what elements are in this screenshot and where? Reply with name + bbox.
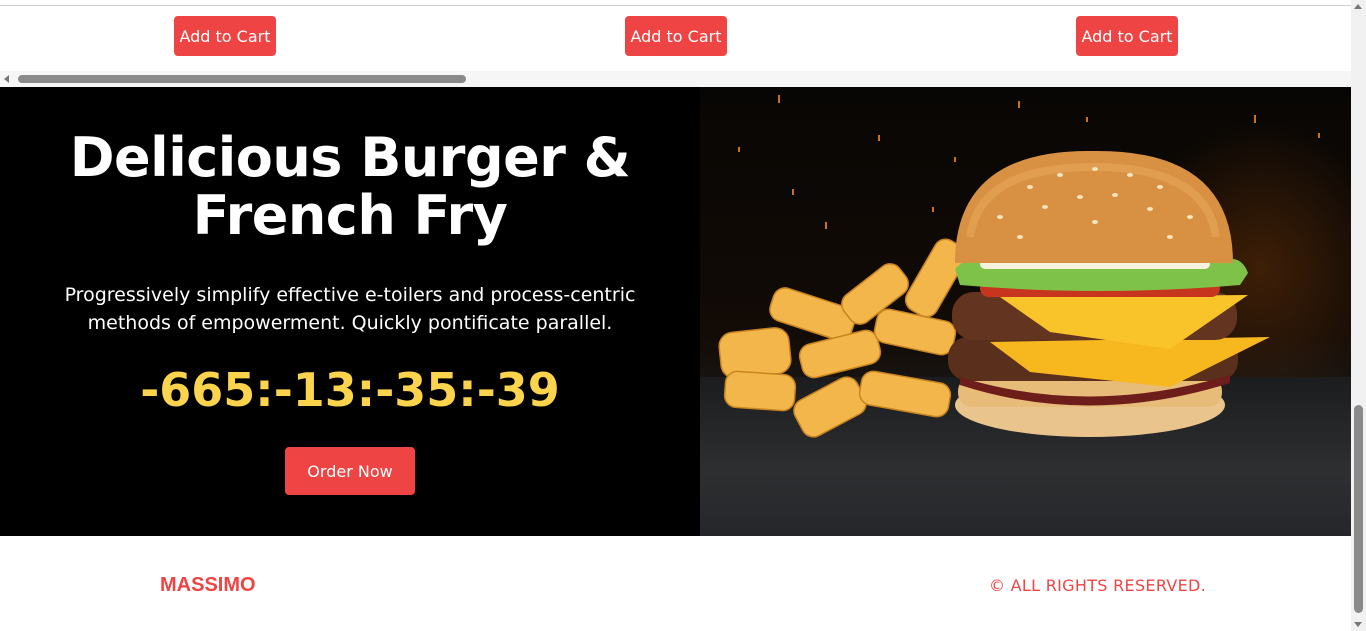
copyright-text: © ALL RIGHTS RESERVED. [989, 576, 1207, 595]
order-now-button[interactable]: Order Now [285, 447, 415, 495]
countdown-timer: -665:-13:-35:-39 [140, 363, 560, 417]
vertical-scroll-thumb[interactable] [1354, 405, 1363, 613]
hero-description: Progressively simplify effective e-toile… [64, 284, 636, 334]
add-to-cart-button-1[interactable]: Add to Cart [174, 16, 276, 56]
burger-illustration [718, 95, 1320, 438]
scroll-up-arrow-icon[interactable] [1354, 4, 1362, 9]
hero-banner: Delicious Burger & French Fry Progressiv… [0, 87, 1351, 536]
add-to-cart-button-3[interactable]: Add to Cart [1076, 16, 1178, 56]
footer-brand-logo[interactable]: MASSIMO [160, 574, 256, 597]
hero-title-line2: French Fry [192, 184, 508, 247]
add-to-cart-button-2[interactable]: Add to Cart [625, 16, 727, 56]
vertical-scrollbar[interactable] [1351, 0, 1366, 631]
horizontal-scrollbar[interactable] [0, 71, 1351, 87]
scroll-down-arrow-icon[interactable] [1354, 622, 1362, 627]
hero-title: Delicious Burger & French Fry [0, 129, 700, 245]
burger-fries-image [700, 87, 1351, 536]
scroll-left-arrow-icon[interactable] [4, 75, 9, 83]
footer: MASSIMO © ALL RIGHTS RESERVED. [0, 536, 1351, 631]
product-cart-row: Add to Cart Add to Cart Add to Cart [0, 6, 1351, 72]
hero-title-line1: Delicious Burger & [69, 126, 631, 189]
horizontal-scroll-thumb[interactable] [18, 75, 466, 83]
